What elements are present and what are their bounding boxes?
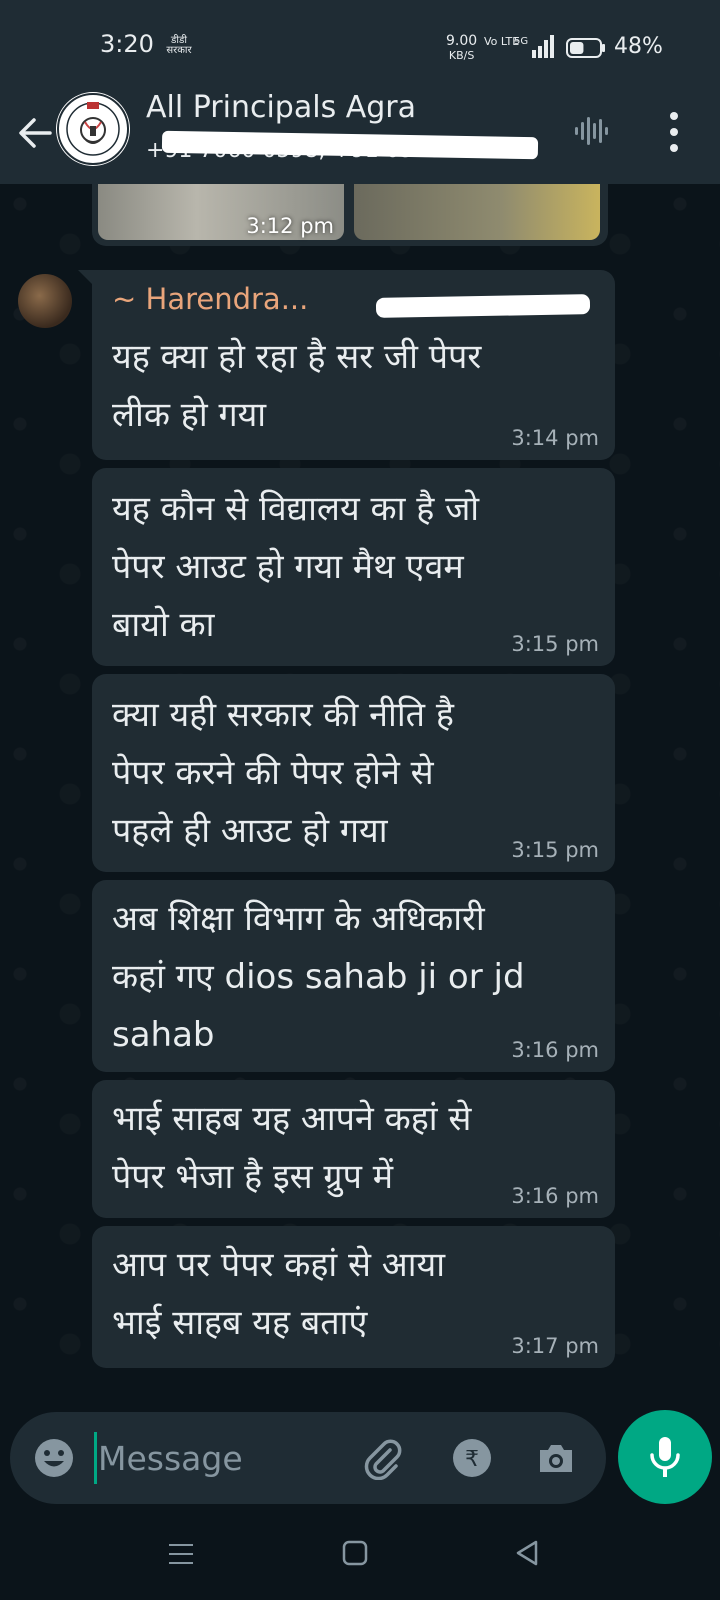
message-bubble[interactable]: क्या यही सरकार की नीति है पेपर करने की प…	[92, 674, 615, 872]
triangle-back-icon	[516, 1540, 538, 1566]
net-speed: 9.00 KB/S	[446, 34, 477, 63]
message-time: 3:12 pm	[246, 214, 334, 238]
network-type: 5G	[514, 36, 528, 47]
image-thumbnail[interactable]	[354, 184, 600, 240]
attach-button[interactable]	[360, 1436, 404, 1481]
message-line: क्या यही सरकार की नीति है	[112, 695, 454, 735]
chat-header: All Principals Agra +91 7060 0598, +91 0…	[0, 88, 720, 184]
paperclip-icon	[364, 1439, 402, 1481]
message-line: भाई साहब यह आपने कहां से	[112, 1099, 472, 1139]
camera-button[interactable]	[534, 1436, 578, 1480]
svg-text:₹: ₹	[465, 1447, 479, 1472]
waveform-icon	[575, 117, 608, 145]
message-text: यह कौन से विद्यालय का है जो पेपर आउट हो …	[112, 480, 582, 654]
message-line: पेपर आउट हो गया मैथ एवम	[112, 547, 464, 587]
signal-icon: 5G	[514, 34, 554, 60]
back-button[interactable]	[12, 110, 58, 156]
message-line: यह क्या हो रहा है सर जी पेपर	[112, 337, 482, 377]
voice-call-button[interactable]	[573, 113, 609, 149]
arrow-left-icon	[19, 118, 52, 148]
message-text: क्या यही सरकार की नीति है पेपर करने की प…	[112, 686, 582, 860]
chat-area[interactable]: 3:12 pm ~ Harendra... यह क्या हो रहा है …	[0, 184, 720, 1404]
voice-message-button[interactable]	[618, 1410, 712, 1504]
message-line: कहां गए dios sahab ji or jd	[112, 957, 525, 997]
battery-icon	[566, 38, 606, 58]
message-line: पेपर करने की पेपर होने से	[112, 753, 434, 793]
home-button[interactable]	[342, 1540, 368, 1566]
text-cursor	[94, 1432, 97, 1484]
payment-button[interactable]: ₹	[450, 1436, 494, 1480]
group-avatar[interactable]	[56, 92, 130, 166]
more-vert-icon	[670, 112, 678, 152]
rupee-icon: ₹	[453, 1439, 491, 1477]
status-time: 3:20	[100, 30, 154, 58]
message-line: आप पर पेपर कहां से आया	[112, 1245, 446, 1285]
emoji-button[interactable]	[32, 1436, 76, 1480]
sender-avatar[interactable]	[18, 274, 72, 328]
redaction-mark	[375, 294, 591, 318]
battery-percent: 48%	[614, 34, 663, 59]
status-bar: 3:20 डीडी सरकार 9.00 KB/S Vo LTE 5G 48%	[0, 0, 720, 88]
system-nav-bar	[0, 1510, 720, 1600]
message-bubble[interactable]: भाई साहब यह आपने कहां से पेपर भेजा है इस…	[92, 1080, 615, 1218]
message-bubble[interactable]: अब शिक्षा विभाग के अधिकारी कहां गए dios …	[92, 880, 615, 1072]
message-input[interactable]	[98, 1430, 338, 1486]
message-bubble[interactable]: ~ Harendra... यह क्या हो रहा है सर जी पे…	[92, 270, 615, 460]
menu-icon	[169, 1544, 193, 1564]
message-time: 3:16 pm	[511, 1038, 599, 1062]
emoji-icon	[35, 1439, 73, 1477]
home-square-icon	[342, 1540, 368, 1566]
message-line: अब शिक्षा विभाग के अधिकारी	[112, 899, 485, 939]
carrier-label: डीडी सरकार	[166, 35, 192, 56]
message-composer: ₹	[10, 1412, 606, 1504]
message-time: 3:15 pm	[511, 838, 599, 862]
message-bubble[interactable]: यह कौन से विद्यालय का है जो पेपर आउट हो …	[92, 468, 615, 666]
net-speed-unit: KB/S	[448, 49, 475, 62]
message-time: 3:14 pm	[511, 426, 599, 450]
sender-name[interactable]: ~ Harendra...	[112, 282, 308, 316]
image-message[interactable]: 3:12 pm	[92, 184, 608, 246]
emblem-logo	[57, 93, 129, 165]
mic-icon	[650, 1437, 680, 1477]
message-line: यह कौन से विद्यालय का है जो	[112, 489, 480, 529]
message-time: 3:15 pm	[511, 632, 599, 656]
message-time: 3:17 pm	[511, 1334, 599, 1358]
message-bubble[interactable]: आप पर पेपर कहां से आया भाई साहब यह बताएं…	[92, 1226, 615, 1368]
message-time: 3:16 pm	[511, 1184, 599, 1208]
more-options-button[interactable]	[656, 106, 692, 158]
net-speed-value: 9.00	[446, 33, 478, 49]
recent-apps-button[interactable]	[168, 1540, 194, 1568]
camera-icon	[540, 1445, 572, 1472]
group-title[interactable]: All Principals Agra	[146, 90, 416, 125]
system-back-button[interactable]	[512, 1538, 542, 1568]
